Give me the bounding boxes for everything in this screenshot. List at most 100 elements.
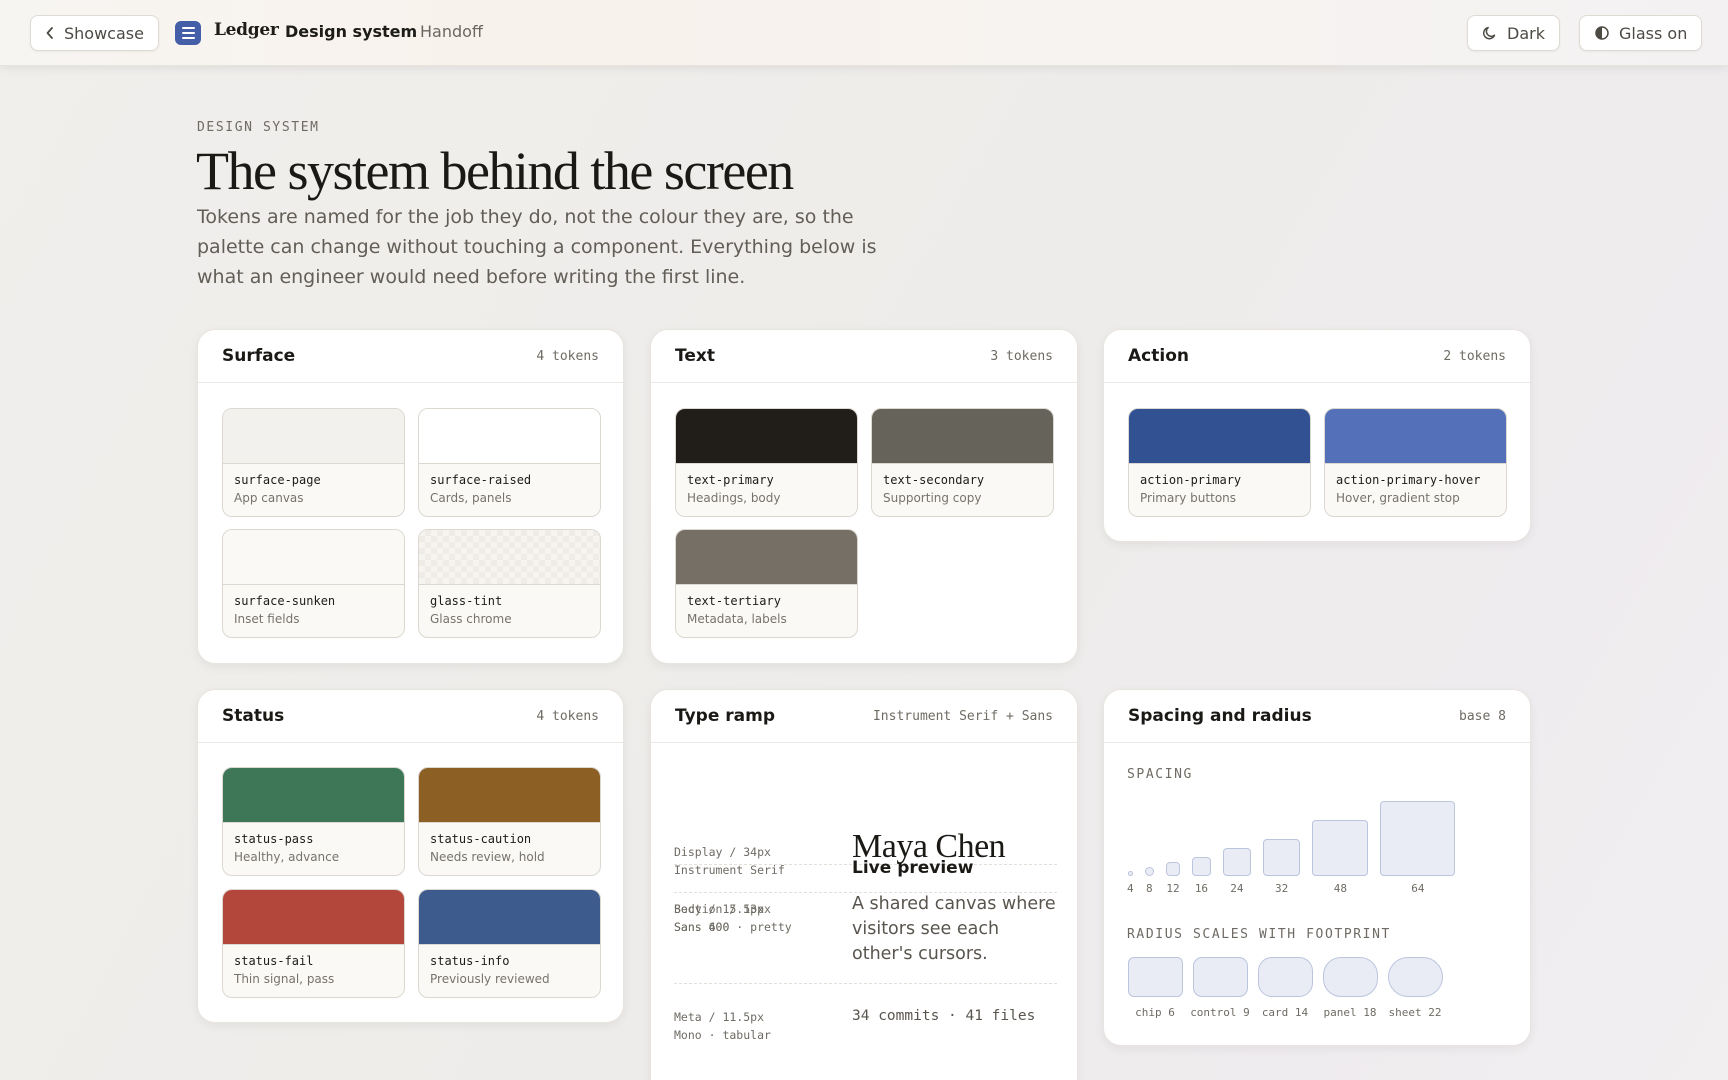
token-swatch[interactable]: status-info Previously reviewed: [418, 889, 601, 998]
action-card: Action 2 tokens action-primary Primary b…: [1103, 329, 1531, 542]
type-row-meta: Meta / 11.5px Mono · tabular 34 commits …: [674, 984, 1057, 1064]
swatch-color: [419, 890, 600, 945]
token-desc: Previously reviewed: [430, 972, 550, 986]
token-swatch[interactable]: status-pass Healthy, advance: [222, 767, 405, 876]
token-swatch[interactable]: status-caution Needs review, hold: [418, 767, 601, 876]
type-label-family: Sans 400 · pretty: [674, 920, 792, 934]
card-title: Surface: [222, 346, 296, 366]
radius-sample-box: [1193, 957, 1248, 997]
type-sample-meta: 34 commits · 41 files: [852, 1008, 1036, 1024]
spacing-step-box: [1192, 857, 1211, 876]
spacing-step-box: [1312, 819, 1369, 876]
token-name: surface-sunken: [234, 594, 336, 608]
swatch-color: [419, 409, 600, 464]
spacing-step-box: [1262, 838, 1301, 876]
token-desc: Metadata, labels: [687, 612, 787, 626]
token-swatch[interactable]: glass-tint Glass chrome: [418, 529, 601, 638]
card-title: Spacing and radius: [1128, 706, 1312, 726]
token-name: text-tertiary: [687, 594, 781, 608]
card-title: Status: [222, 706, 285, 726]
token-name: text-primary: [687, 473, 774, 487]
spacing-step-label: 24: [1230, 882, 1244, 895]
token-desc: Primary buttons: [1140, 491, 1237, 505]
token-swatch[interactable]: action-primary Primary buttons: [1128, 408, 1311, 517]
radius-sample-box: [1258, 957, 1313, 997]
page-lede: Tokens are named for the job they do, no…: [197, 206, 877, 288]
token-swatch[interactable]: text-primary Headings, body: [675, 408, 858, 517]
top-bar: Showcase Ledger Design system Handoff Da…: [0, 0, 1728, 66]
brand-name: Ledger: [214, 20, 279, 40]
token-name: glass-tint: [430, 594, 503, 608]
spacing-radius-card: Spacing and radius base 8 SPACING RADIUS…: [1103, 689, 1531, 1046]
token-swatch[interactable]: surface-raised Cards, panels: [418, 408, 601, 517]
back-button-label: Showcase: [64, 23, 144, 43]
spacing-step-box: [1380, 801, 1456, 876]
chevron-left-icon: [45, 26, 55, 40]
swatch-color: [1129, 409, 1310, 464]
token-desc: Cards, panels: [430, 491, 512, 505]
radius-sample-box: [1323, 957, 1378, 997]
card-title: Type ramp: [675, 706, 776, 726]
token-desc: Supporting copy: [883, 491, 982, 505]
token-name: action-primary-hover: [1336, 473, 1481, 487]
page-title: The system behind the screen: [196, 141, 794, 201]
card-title: Action: [1128, 346, 1189, 366]
token-name: status-info: [430, 954, 510, 968]
token-swatch[interactable]: text-secondary Supporting copy: [871, 408, 1054, 517]
type-ramp-card: Type ramp Instrument Serif + Sans Displa…: [650, 689, 1078, 1080]
status-card: Status 4 tokens status-pass Healthy, adv…: [197, 689, 624, 1023]
spacing-step-label: 32: [1274, 882, 1289, 895]
glass-toggle[interactable]: Glass on: [1579, 15, 1703, 51]
dark-mode-toggle[interactable]: Dark: [1467, 15, 1560, 51]
breadcrumb-next[interactable]: Handoff: [420, 22, 483, 41]
card-token-count: 3 tokens: [990, 348, 1053, 364]
token-name: surface-page: [234, 473, 321, 487]
type-label-size: Body / 15.5px: [674, 902, 765, 916]
type-label-size: Meta / 11.5px: [674, 1010, 765, 1024]
token-name: action-primary: [1140, 473, 1242, 487]
spacing-step-label: 64: [1411, 882, 1425, 895]
swatch-color: [419, 530, 600, 585]
contrast-icon: [1594, 25, 1610, 41]
token-desc: Healthy, advance: [234, 850, 340, 864]
spacing-step-label: 16: [1194, 882, 1209, 895]
card-token-count: 4 tokens: [536, 348, 599, 364]
token-name: status-pass: [234, 832, 314, 846]
type-sample-section: Live preview: [852, 858, 974, 878]
token-desc: Inset fields: [234, 612, 300, 626]
token-swatch[interactable]: surface-page App canvas: [222, 408, 405, 517]
swatch-color: [872, 409, 1053, 464]
token-name: surface-raised: [430, 473, 532, 487]
radius-sample-label: sheet 22: [1388, 1006, 1442, 1019]
card-font-meta: Instrument Serif + Sans: [872, 708, 1053, 724]
spacing-step-box: [1128, 871, 1133, 876]
back-to-showcase-button[interactable]: Showcase: [30, 15, 159, 51]
swatch-color: [223, 530, 404, 585]
token-desc: Glass chrome: [430, 612, 512, 626]
token-swatch[interactable]: text-tertiary Metadata, labels: [675, 529, 858, 638]
swatch-color: [676, 409, 857, 464]
spacing-step-label: 48: [1333, 882, 1348, 895]
type-row-section: Section / 13px Sans 600: [674, 793, 1057, 934]
token-desc: Needs review, hold: [430, 850, 545, 864]
radius-sample-box: [1388, 957, 1443, 997]
card-token-count: 4 tokens: [536, 708, 599, 724]
surface-card: Surface 4 tokens surface-page App canvas…: [197, 329, 624, 664]
type-label-family: Mono · tabular: [674, 1028, 771, 1042]
token-swatch[interactable]: action-primary-hover Hover, gradient sto…: [1324, 408, 1507, 517]
swatch-color: [419, 768, 600, 823]
swatch-color: [676, 530, 857, 585]
radius-sample-box: [1128, 957, 1183, 997]
token-swatch[interactable]: surface-sunken Inset fields: [222, 529, 405, 638]
swatch-color: [223, 768, 404, 823]
token-desc: Thin signal, pass: [234, 972, 335, 986]
token-desc: Hover, gradient stop: [1336, 491, 1460, 505]
section-eyebrow: DESIGN SYSTEM: [197, 120, 320, 135]
moon-icon: [1482, 25, 1498, 41]
token-desc: App canvas: [234, 491, 304, 505]
dark-mode-label: Dark: [1507, 23, 1545, 43]
text-card: Text 3 tokens text-primary Headings, bod…: [650, 329, 1078, 664]
token-name: text-secondary: [883, 473, 985, 487]
token-swatch[interactable]: status-fail Thin signal, pass: [222, 889, 405, 998]
spacing-step-box: [1144, 866, 1155, 876]
